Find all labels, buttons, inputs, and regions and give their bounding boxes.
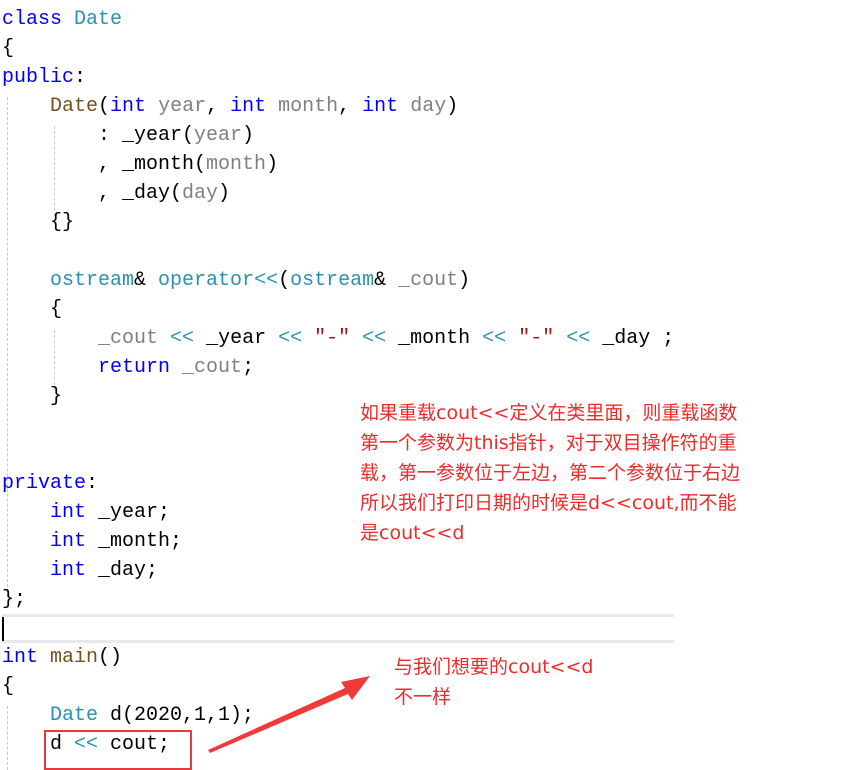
note-line: 所以我们打印日期的时候是d<<cout,而不能 — [360, 492, 737, 514]
note-line: 如果重载cout<<定义在类里面，则重载函数 — [360, 402, 738, 424]
annotation-note-1: 如果重载cout<<定义在类里面，则重载函数 第一个参数为this指针，对于双目… — [360, 398, 740, 548]
annotation-note-2: 与我们想要的cout<<d 不一样 — [394, 652, 593, 712]
note-line: 第一个参数为this指针，对于双目操作符的重 — [360, 432, 737, 454]
note-line: 不一样 — [394, 686, 452, 708]
note-line: 是cout<<d — [360, 522, 465, 544]
note-line: 与我们想要的cout<<d — [394, 656, 594, 678]
note-line: 载，第一参数位于左边，第二个参数位于右边 — [360, 462, 741, 484]
